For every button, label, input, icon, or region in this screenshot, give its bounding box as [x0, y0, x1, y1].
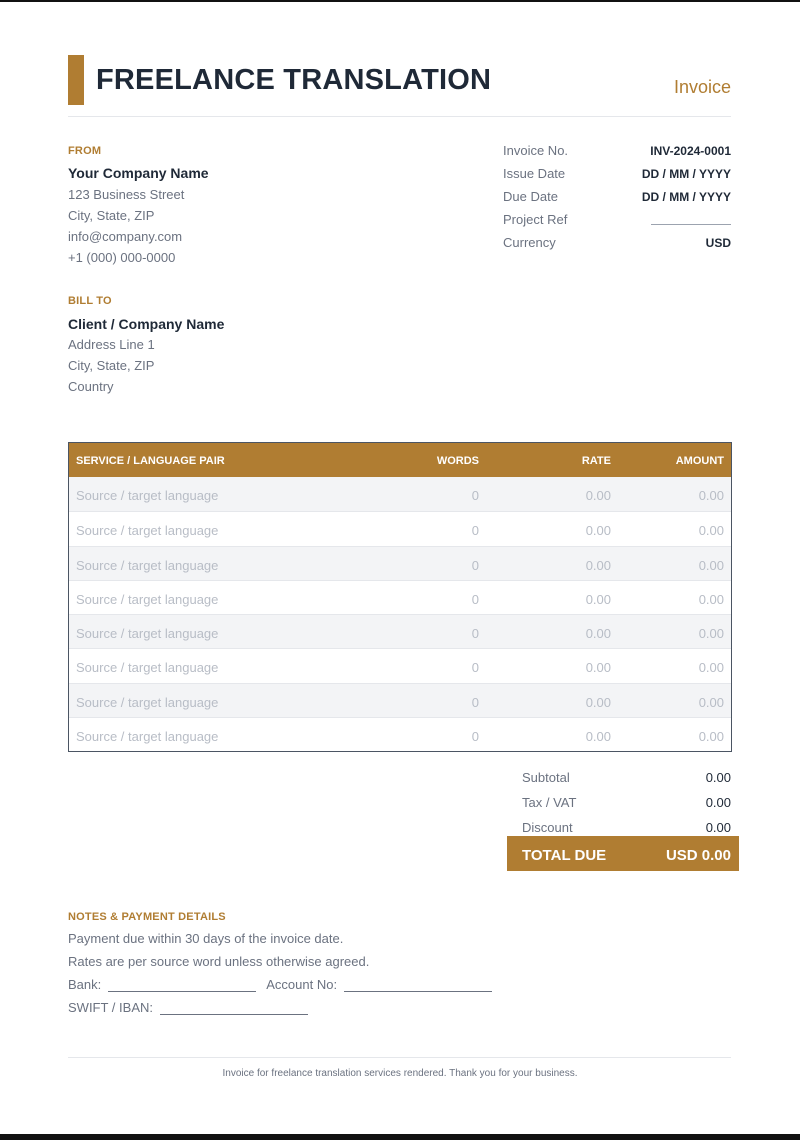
service-cell: Source / target language — [76, 729, 219, 745]
words-cell: 0 — [471, 523, 479, 539]
rate-cell: 0.00 — [585, 591, 611, 607]
issue-date-label: Issue Date — [503, 166, 566, 181]
discount-value: 0.00 — [705, 820, 731, 835]
service-cell: Source / target language — [76, 626, 219, 642]
table-row: Source / target language 0 0.00 0.00 — [69, 477, 731, 512]
words-cell: 0 — [471, 488, 479, 503]
from-city-line: City, State, ZIP — [68, 208, 155, 223]
project-ref-blank-line — [651, 224, 731, 225]
issue-date-value: DD / MM / YYYY — [641, 167, 731, 181]
column-header-rate: RATE — [581, 455, 611, 467]
from-phone: +1 (000) 000-0000 — [68, 250, 176, 265]
header-divider — [68, 116, 731, 117]
invoice-number-label: Invoice No. — [503, 143, 569, 158]
table-row: Source / target language 0 0.00 0.00 — [69, 511, 731, 545]
subtotal-label: Subtotal — [522, 770, 570, 785]
words-cell: 0 — [471, 626, 479, 642]
from-company-name: Your Company Name — [68, 165, 209, 181]
bank-details-line: Bank: Account No: — [68, 977, 502, 992]
table-row: Source / target language 0 0.00 0.00 — [69, 717, 731, 751]
project-ref-label: Project Ref — [503, 212, 568, 227]
footer-text: Invoice for freelance translation servic… — [222, 1068, 578, 1079]
subtotal-value: 0.00 — [705, 770, 731, 785]
amount-cell: 0.00 — [698, 694, 724, 710]
footer-divider — [68, 1057, 731, 1058]
from-email: info@company.com — [68, 229, 183, 244]
words-cell: 0 — [471, 729, 479, 745]
amount-cell: 0.00 — [698, 488, 724, 503]
bill-to-city-line: City, State, ZIP — [68, 358, 155, 373]
table-row: Source / target language 0 0.00 0.00 — [69, 579, 731, 614]
discount-label: Discount — [522, 820, 573, 835]
notes-section-label: NOTES & PAYMENT DETAILS — [68, 911, 226, 923]
tax-label: Tax / VAT — [522, 795, 577, 810]
from-section-label: FROM — [68, 145, 102, 157]
from-address-line: 123 Business Street — [68, 187, 185, 202]
payment-terms-note: Payment due within 30 days of the invoic… — [68, 931, 344, 946]
column-header-amount: AMOUNT — [675, 455, 724, 467]
bill-to-section-label: BILL TO — [68, 295, 112, 307]
amount-cell: 0.00 — [698, 729, 724, 745]
document-type-label: Invoice — [673, 77, 731, 97]
table-row: Source / target language 0 0.00 0.00 — [69, 682, 731, 718]
amount-cell: 0.00 — [698, 557, 724, 573]
page-title: FREELANCE TRANSLATION — [96, 64, 492, 96]
rate-cell: 0.00 — [585, 488, 611, 503]
bill-to-client-name: Client / Company Name — [68, 316, 225, 332]
invoice-number-value: INV-2024-0001 — [650, 144, 731, 158]
swift-iban-blank-line — [160, 1014, 308, 1015]
swift-iban-label: SWIFT / IBAN: — [68, 1000, 153, 1015]
rate-cell: 0.00 — [585, 660, 611, 676]
amount-cell: 0.00 — [698, 660, 724, 676]
table-body: Source / target language 0 0.00 0.00 Sou… — [69, 477, 731, 751]
service-cell: Source / target language — [76, 523, 219, 539]
total-due-band: TOTAL DUE USD 0.00 — [507, 836, 739, 871]
total-due-value: USD 0.00 — [665, 847, 731, 864]
words-cell: 0 — [471, 660, 479, 676]
service-cell: Source / target language — [76, 660, 219, 676]
amount-cell: 0.00 — [698, 626, 724, 642]
table-row: Source / target language 0 0.00 0.00 — [69, 648, 731, 682]
top-rule — [0, 0, 800, 2]
rate-cell: 0.00 — [585, 523, 611, 539]
swift-details-line: SWIFT / IBAN: — [68, 1000, 318, 1015]
rate-cell: 0.00 — [585, 626, 611, 642]
currency-value: USD — [705, 236, 731, 250]
amount-cell: 0.00 — [698, 523, 724, 539]
column-header-words: WORDS — [436, 455, 479, 467]
rate-cell: 0.00 — [585, 557, 611, 573]
bill-to-country: Country — [68, 379, 114, 394]
column-header-service: SERVICE / LANGUAGE PAIR — [76, 455, 225, 467]
account-number-label: Account No: — [266, 977, 338, 992]
table-row: Source / target language 0 0.00 0.00 — [69, 614, 731, 649]
bank-label: Bank: — [68, 977, 102, 992]
tax-value: 0.00 — [705, 795, 731, 810]
service-cell: Source / target language — [76, 694, 219, 710]
rates-note: Rates are per source word unless otherwi… — [68, 954, 370, 969]
line-items-table: SERVICE / LANGUAGE PAIR WORDS RATE AMOUN… — [68, 442, 732, 753]
due-date-value: DD / MM / YYYY — [641, 190, 731, 204]
rate-cell: 0.00 — [585, 694, 611, 710]
amount-cell: 0.00 — [698, 591, 724, 607]
words-cell: 0 — [471, 591, 479, 607]
due-date-label: Due Date — [503, 189, 558, 204]
words-cell: 0 — [471, 694, 479, 710]
service-cell: Source / target language — [76, 488, 219, 503]
bill-to-address-line: Address Line 1 — [68, 337, 155, 352]
title-accent-bar — [68, 55, 84, 105]
total-due-label: TOTAL DUE — [522, 847, 607, 864]
table-row: Source / target language 0 0.00 0.00 — [69, 545, 731, 580]
bank-blank-line — [108, 991, 257, 992]
rate-cell: 0.00 — [585, 729, 611, 745]
service-cell: Source / target language — [76, 557, 219, 573]
table-header-row: SERVICE / LANGUAGE PAIR WORDS RATE AMOUN… — [69, 443, 731, 477]
account-number-blank-line — [344, 991, 493, 992]
bottom-rule — [0, 1134, 800, 1140]
words-cell: 0 — [471, 557, 479, 573]
service-cell: Source / target language — [76, 591, 219, 607]
currency-label: Currency — [503, 235, 556, 250]
